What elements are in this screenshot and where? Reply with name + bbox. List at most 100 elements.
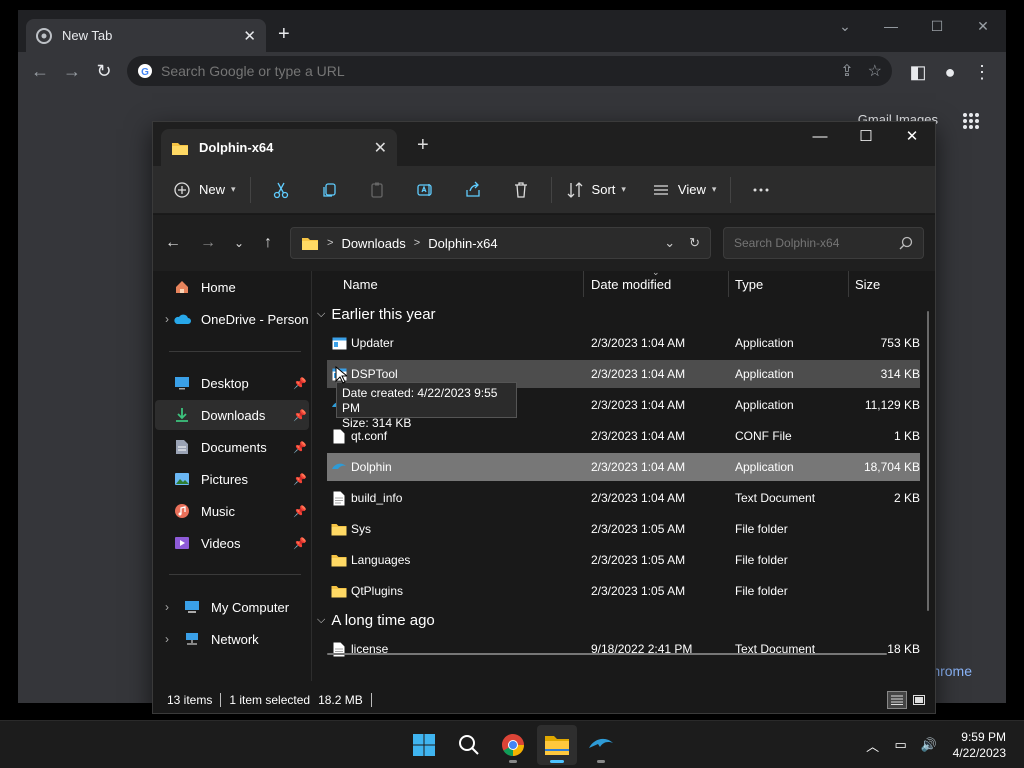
share-button[interactable]: [449, 173, 497, 207]
pin-icon[interactable]: 📌: [293, 377, 307, 390]
table-row[interactable]: license 9/18/2022 2:41 PM Text Document …: [327, 635, 920, 663]
column-divider[interactable]: [728, 271, 729, 297]
column-header-name[interactable]: Name: [343, 277, 378, 292]
see-more-button[interactable]: [737, 173, 785, 207]
new-button[interactable]: New ▾: [165, 173, 244, 207]
sidebar-item-videos[interactable]: Videos 📌: [155, 528, 309, 558]
cut-button[interactable]: [257, 173, 305, 207]
chevron-right-icon[interactable]: ›: [165, 312, 169, 326]
pin-icon[interactable]: 📌: [293, 505, 307, 518]
vertical-scrollbar[interactable]: [927, 311, 929, 611]
sidebar-item-documents[interactable]: Documents 📌: [155, 432, 309, 462]
column-divider[interactable]: [583, 271, 584, 297]
table-row[interactable]: Languages 2/3/2023 1:05 AM File folder: [327, 546, 920, 574]
chrome-omnibox[interactable]: G ⇪ ☆: [127, 56, 892, 86]
tiles-view-icon[interactable]: [909, 691, 929, 709]
view-button[interactable]: View ▾: [644, 173, 724, 207]
forward-icon[interactable]: →: [194, 231, 222, 255]
column-header-size[interactable]: Size: [855, 277, 880, 292]
side-panel-icon[interactable]: ◧: [902, 56, 934, 88]
profile-icon[interactable]: ●: [934, 56, 966, 88]
breadcrumb-downloads[interactable]: Downloads: [341, 236, 405, 251]
sort-button[interactable]: Sort ▾: [558, 173, 634, 207]
address-dropdown-icon[interactable]: ⌄: [664, 235, 675, 251]
copy-button[interactable]: [305, 173, 353, 207]
explorer-maximize-icon[interactable]: ☐: [843, 122, 889, 150]
clock[interactable]: 9:59 PM 4/22/2023: [953, 729, 1006, 761]
table-row[interactable]: Updater 2/3/2023 1:04 AM Application 753…: [327, 329, 920, 357]
explorer-new-tab-icon[interactable]: +: [417, 134, 429, 157]
pin-icon[interactable]: 📌: [293, 473, 307, 486]
chevron-right-icon[interactable]: ›: [165, 600, 179, 614]
chrome-tab-new-tab[interactable]: New Tab ✕: [26, 19, 266, 52]
sidebar-item-network[interactable]: › Network: [155, 624, 309, 654]
sidebar-item-downloads[interactable]: Downloads 📌: [155, 400, 309, 430]
chrome-maximize-icon[interactable]: ☐: [914, 10, 960, 42]
back-icon[interactable]: ←: [159, 231, 187, 255]
share-icon[interactable]: ⇪: [840, 61, 853, 81]
sidebar-item-onedrive[interactable]: › OneDrive - Persona: [155, 304, 309, 334]
table-row[interactable]: build_info 2/3/2023 1:04 AM Text Documen…: [327, 484, 920, 512]
pin-icon[interactable]: 📌: [293, 537, 307, 550]
volume-icon[interactable]: 🔊: [915, 737, 943, 753]
taskbar-dolphin[interactable]: [581, 725, 621, 765]
breadcrumb-dolphin[interactable]: Dolphin-x64: [428, 236, 497, 251]
sidebar-item-pictures[interactable]: Pictures 📌: [155, 464, 309, 494]
up-icon[interactable]: ↑: [254, 231, 282, 255]
column-header-type[interactable]: Type: [735, 277, 763, 292]
file-tooltip: Date created: 4/22/2023 9:55 PM Size: 31…: [336, 382, 517, 430]
refresh-icon[interactable]: ↻: [689, 235, 700, 251]
address-bar[interactable]: > Downloads > Dolphin-x64 ⌄ ↻: [290, 227, 711, 259]
explorer-tab-dolphin[interactable]: Dolphin-x64 ✕: [161, 129, 397, 166]
sidebar-item-home[interactable]: Home: [155, 272, 309, 302]
bookmark-star-icon[interactable]: ☆: [868, 61, 882, 81]
chrome-close-icon[interactable]: ✕: [960, 10, 1006, 42]
delete-button[interactable]: [497, 173, 545, 207]
chrome-forward-icon[interactable]: →: [56, 55, 88, 87]
taskbar-chrome[interactable]: [493, 725, 533, 765]
show-hidden-icons-icon[interactable]: ︿: [859, 736, 887, 755]
sidebar-item-music[interactable]: Music 📌: [155, 496, 309, 526]
sidebar-item-label: Downloads: [201, 407, 266, 423]
chrome-new-tab-icon[interactable]: +: [278, 24, 290, 44]
column-divider[interactable]: [848, 271, 849, 297]
paste-button[interactable]: [353, 173, 401, 207]
column-header-date[interactable]: Date modified: [591, 277, 671, 292]
search-box[interactable]: [723, 227, 924, 259]
pane-divider[interactable]: [311, 271, 312, 681]
taskbar-file-explorer[interactable]: [537, 725, 577, 765]
explorer-close-icon[interactable]: ✕: [889, 122, 935, 150]
pin-icon[interactable]: 📌: [293, 441, 307, 454]
google-apps-icon[interactable]: [962, 112, 980, 135]
chrome-tab-close-icon[interactable]: ✕: [243, 27, 256, 45]
status-item-count: 13 items: [167, 693, 213, 707]
sidebar-item-desktop[interactable]: Desktop 📌: [155, 368, 309, 398]
chrome-back-icon[interactable]: ←: [24, 55, 56, 87]
group-header-earlier[interactable]: ⌵ Earlier this year: [317, 300, 436, 328]
details-view-icon[interactable]: [887, 691, 907, 709]
text-document-icon: [331, 490, 347, 506]
sidebar-item-my-computer[interactable]: › My Computer: [155, 592, 309, 622]
rename-button[interactable]: [401, 173, 449, 207]
horizontal-scrollbar[interactable]: [327, 653, 887, 655]
chrome-reload-icon[interactable]: ↻: [88, 55, 120, 87]
explorer-minimize-icon[interactable]: —: [797, 122, 843, 150]
search-input[interactable]: [734, 236, 899, 250]
folder-icon: [302, 237, 318, 250]
chrome-tab-search-icon[interactable]: ⌄: [822, 10, 868, 42]
start-button[interactable]: [404, 725, 444, 765]
chrome-menu-icon[interactable]: ⋮: [966, 56, 998, 88]
table-row[interactable]: Sys 2/3/2023 1:05 AM File folder: [327, 515, 920, 543]
taskbar-search-button[interactable]: [449, 725, 489, 765]
group-header-longago[interactable]: ⌵ A long time ago: [317, 606, 435, 634]
sidebar-item-label: Home: [201, 279, 236, 295]
chevron-right-icon[interactable]: ›: [165, 632, 179, 646]
network-status-icon[interactable]: ▭: [887, 737, 915, 753]
chrome-minimize-icon[interactable]: —: [868, 10, 914, 42]
explorer-tab-close-icon[interactable]: ✕: [374, 138, 387, 158]
recent-locations-icon[interactable]: ⌄: [225, 231, 253, 255]
chrome-omnibox-input[interactable]: [161, 63, 827, 79]
table-row[interactable]: QtPlugins 2/3/2023 1:05 AM File folder: [327, 577, 920, 605]
pin-icon[interactable]: 📌: [293, 409, 307, 422]
table-row-selected[interactable]: Dolphin 2/3/2023 1:04 AM Application 18,…: [327, 453, 920, 481]
